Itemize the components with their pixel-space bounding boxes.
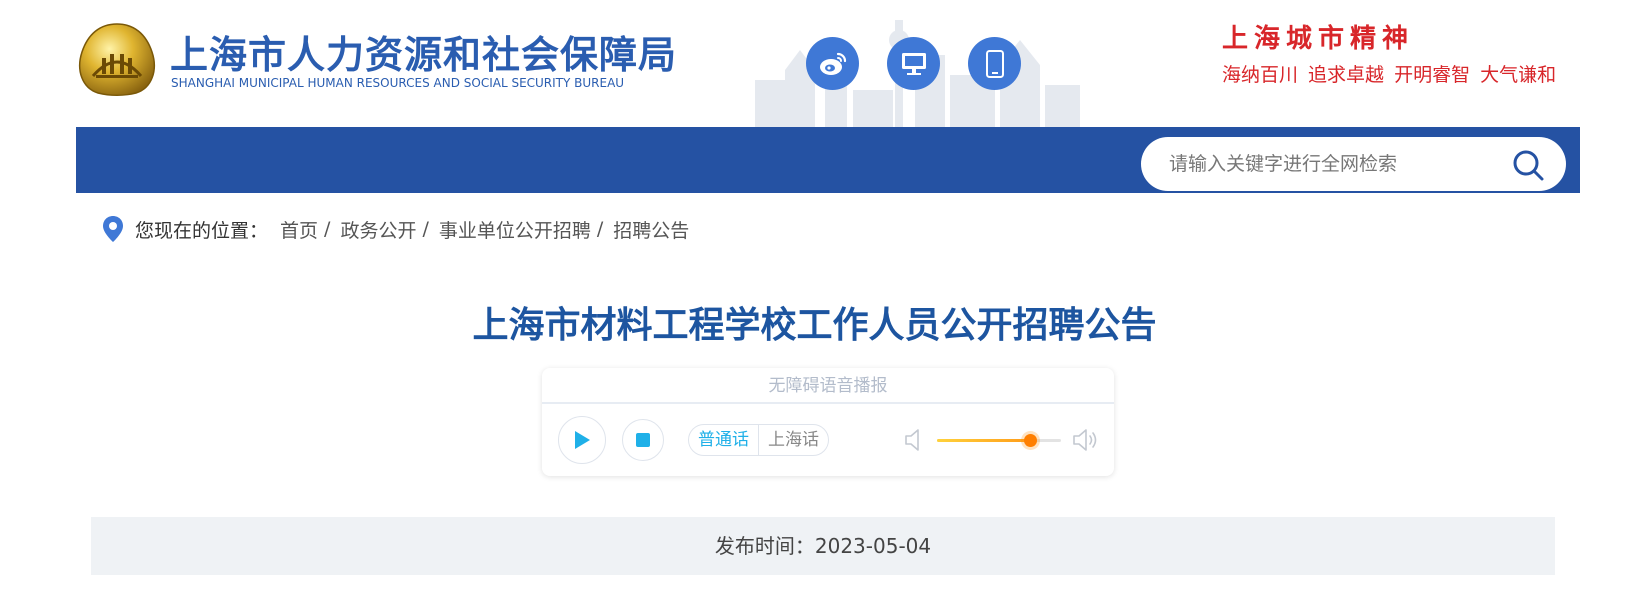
desktop-site-button[interactable] — [887, 37, 940, 90]
publish-info-bar: 发布时间：2023-05-04 — [91, 517, 1555, 575]
search-icon[interactable] — [1511, 148, 1545, 182]
breadcrumb-recruitment-notice[interactable]: 招聘公告 — [613, 216, 689, 243]
breadcrumb-label: 您现在的位置： — [135, 219, 269, 242]
play-button[interactable] — [558, 416, 606, 464]
language-shanghainese[interactable]: 上海话 — [758, 425, 828, 455]
mobile-icon — [985, 49, 1004, 78]
publish-date: 2023-05-04 — [814, 534, 932, 558]
language-toggle: 普通话 上海话 — [688, 424, 829, 456]
volume-low-icon[interactable] — [904, 428, 924, 452]
breadcrumb-separator: / — [422, 218, 429, 240]
volume-slider[interactable] — [937, 434, 1061, 447]
weibo-icon — [819, 52, 846, 75]
mobile-site-button[interactable] — [968, 37, 1021, 90]
desktop-icon — [901, 52, 926, 75]
stop-button[interactable] — [622, 419, 664, 461]
breadcrumb-separator: / — [596, 218, 604, 240]
stop-icon — [636, 433, 650, 447]
bureau-emblem-icon[interactable] — [76, 22, 158, 96]
breadcrumb-separator: / — [324, 218, 331, 240]
site-subtitle: SHANGHAI MUNICIPAL HUMAN RESOURCES AND S… — [171, 76, 625, 90]
play-icon — [575, 431, 590, 449]
accessibility-audio-player: 无障碍语音播报 普通话 上海话 — [542, 368, 1114, 476]
site-title[interactable]: 上海市人力资源和社会保障局 — [170, 24, 677, 79]
article-title: 上海市材料工程学校工作人员公开招聘公告 — [472, 305, 1157, 346]
search-input[interactable] — [1169, 137, 1499, 191]
breadcrumb-gov-affairs[interactable]: 政务公开 — [340, 216, 416, 243]
publish-label: 发布时间： — [714, 534, 815, 558]
volume-high-icon[interactable] — [1072, 428, 1098, 452]
weibo-button[interactable] — [806, 37, 859, 90]
volume-level-fill — [937, 439, 1030, 442]
breadcrumb-home[interactable]: 首页 — [280, 216, 318, 243]
language-mandarin[interactable]: 普通话 — [689, 425, 758, 455]
volume-slider-handle[interactable] — [1024, 434, 1037, 447]
site-header: 上海市人力资源和社会保障局 SHANGHAI MUNICIPAL HUMAN R… — [0, 0, 1629, 127]
city-spirit-motto: 海纳百川 追求卓越 开明睿智 大气谦和 — [1222, 64, 1557, 86]
location-pin-icon — [103, 216, 123, 242]
breadcrumb-public-recruitment[interactable]: 事业单位公开招聘 — [439, 216, 591, 243]
city-spirit-title: 上海城市精神 — [1222, 24, 1415, 54]
breadcrumb: 您现在的位置： 首页 / 政务公开 / 事业单位公开招聘 / 招聘公告 — [101, 214, 689, 244]
player-header: 无障碍语音播报 — [542, 368, 1114, 404]
search-box — [1141, 137, 1566, 191]
